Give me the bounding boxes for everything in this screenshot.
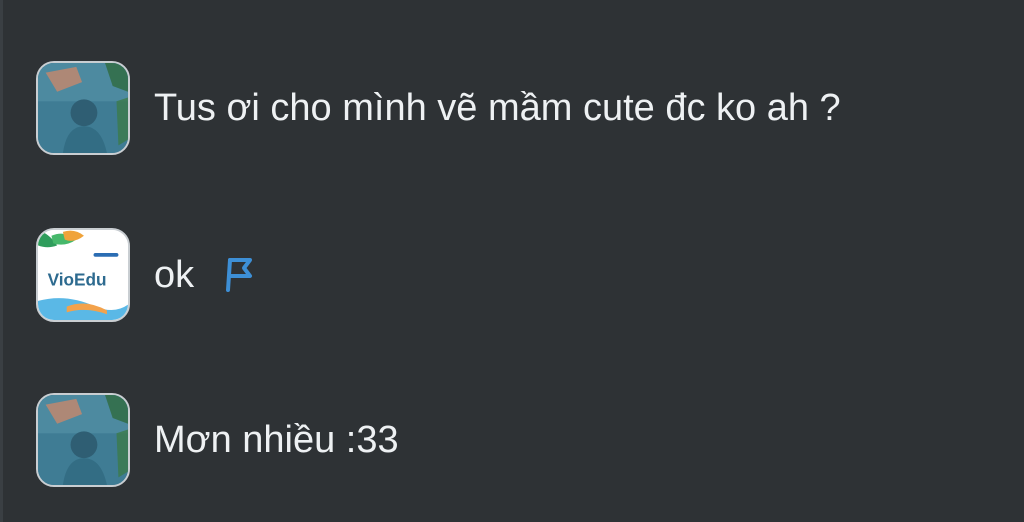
report-flag-button[interactable] <box>222 255 258 295</box>
comment-item: VioEdu ok <box>36 225 258 325</box>
vioedu-logo-icon: VioEdu <box>38 230 128 320</box>
comment-item: Tus ơi cho mình vẽ mầm cute đc ko ah ? <box>36 58 841 158</box>
svg-text:VioEdu: VioEdu <box>48 270 107 290</box>
comment-text: Mơn nhiều :33 <box>154 419 399 461</box>
user-avatar[interactable] <box>36 393 130 487</box>
comment-item: Mơn nhiều :33 <box>36 390 399 490</box>
user-photo-icon <box>38 63 128 153</box>
comment-text: ok <box>154 254 195 296</box>
user-photo-icon <box>38 395 128 485</box>
left-border <box>0 0 3 522</box>
flag-icon <box>226 258 253 292</box>
user-avatar[interactable] <box>36 61 130 155</box>
comment-text: Tus ơi cho mình vẽ mầm cute đc ko ah ? <box>154 87 841 129</box>
vioedu-avatar[interactable]: VioEdu <box>36 228 130 322</box>
